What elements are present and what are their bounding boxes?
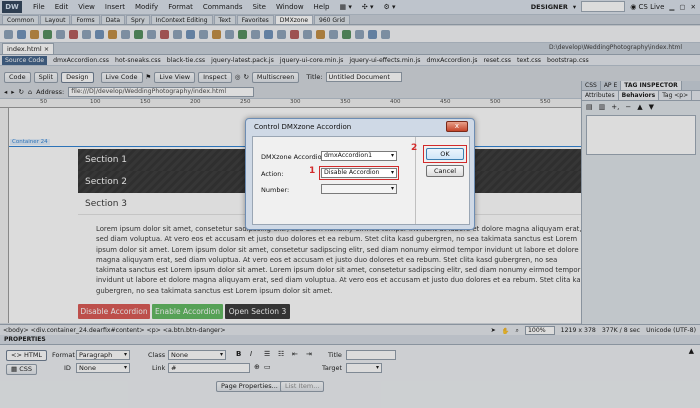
highlight-box-action [319, 166, 399, 180]
step-number-1: 1 [309, 166, 316, 176]
highlight-box-ok [423, 145, 467, 163]
dialog-title: Control DMXzone Accordion [254, 123, 352, 131]
number-input[interactable] [321, 184, 397, 194]
number-label: Number: [261, 186, 290, 194]
accordion-label: DMXzone Accordion: [261, 153, 328, 161]
accordion-select[interactable]: dmxAccordion1 [321, 151, 397, 161]
action-label: Action: [261, 170, 284, 178]
step-number-2: 2 [411, 143, 418, 153]
control-accordion-dialog: Control DMXzone Accordion x DMXzone Acco… [245, 118, 475, 230]
dialog-body: DMXzone Accordion: dmxAccordion1 Action:… [252, 136, 470, 225]
cancel-button[interactable]: Cancel [426, 165, 464, 177]
dialog-close-button[interactable]: x [446, 121, 468, 132]
